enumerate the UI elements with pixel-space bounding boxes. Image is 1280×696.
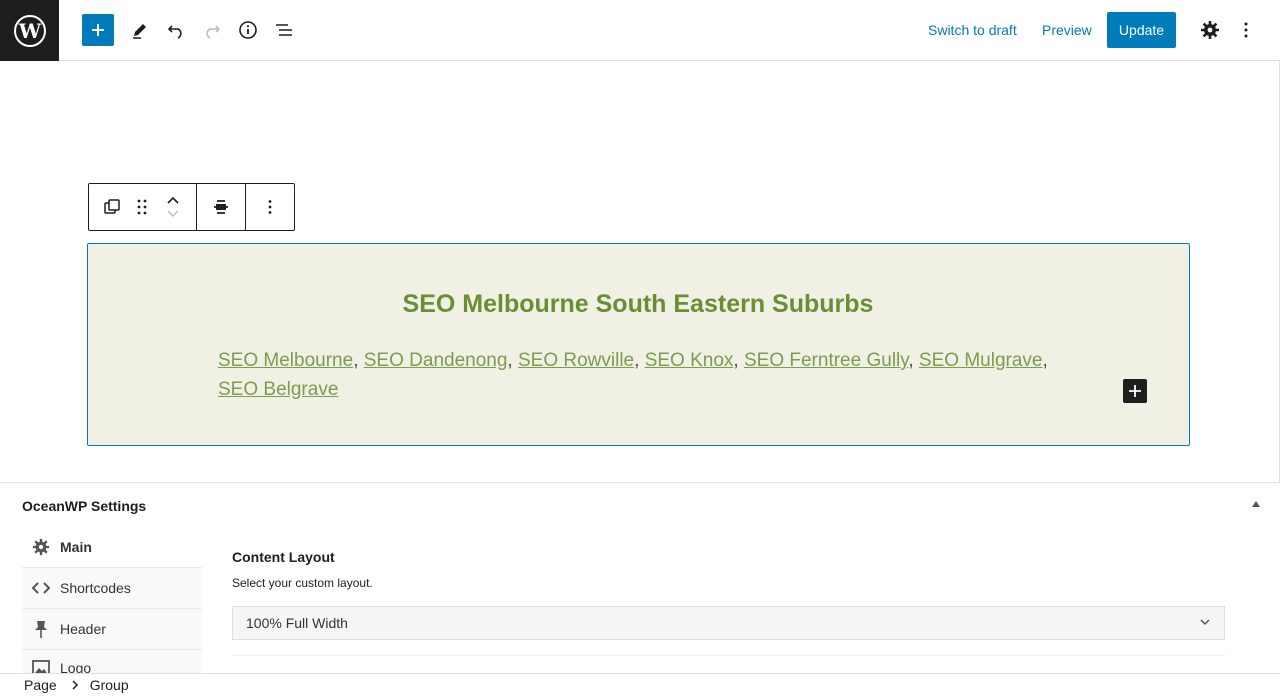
group-icon [104, 199, 120, 214]
tab-label: Shortcodes [60, 580, 131, 596]
redo-icon [206, 25, 221, 39]
link-seo-knox[interactable]: SEO Knox [645, 350, 734, 371]
switch-to-draft-button[interactable]: Switch to draft [928, 22, 1017, 38]
move-up-icon[interactable] [166, 195, 180, 205]
content-layout-select[interactable]: 100% Full Width [232, 606, 1225, 640]
tab-logo[interactable]: Logo [22, 650, 202, 674]
more-vertical-icon [268, 200, 272, 214]
breadcrumb-group[interactable]: Group [90, 677, 129, 693]
move-down-icon[interactable] [166, 209, 180, 219]
justify-center-icon [214, 200, 228, 214]
pin-icon [35, 621, 47, 638]
pencil-icon [133, 24, 146, 39]
link-seo-ferntree-gully[interactable]: SEO Ferntree Gully [744, 350, 908, 371]
wordpress-icon: W [13, 14, 46, 47]
block-toolbar [88, 183, 295, 231]
block-links-paragraph[interactable]: SEO Melbourne, SEO Dandenong, SEO Rowvil… [218, 346, 1068, 404]
code-icon [32, 582, 50, 594]
settings-button[interactable] [1194, 14, 1226, 46]
drag-handle-icon [137, 199, 147, 215]
tab-label: Header [60, 621, 106, 637]
link-seo-melbourne[interactable]: SEO Melbourne [218, 350, 353, 371]
more-vertical-icon [1244, 22, 1248, 38]
editor-header: W Switch to draft Preview Update [0, 0, 1280, 61]
preview-button[interactable]: Preview [1042, 22, 1092, 38]
oceanwp-settings-panel: OceanWP Settings Main Shortcodes Header … [0, 482, 1280, 674]
tab-label: Main [60, 539, 92, 555]
collapse-toggle-icon[interactable] [1252, 501, 1260, 507]
breadcrumb: Page Group [0, 673, 1280, 696]
gear-icon [32, 538, 50, 556]
content-layout-section: Content Layout Select your custom layout… [232, 549, 1225, 656]
add-block-button[interactable] [82, 14, 114, 46]
info-icon [239, 21, 257, 39]
drag-handle[interactable] [129, 184, 155, 230]
content-layout-label: Content Layout [232, 549, 335, 565]
gear-icon [1201, 21, 1219, 39]
list-view-button[interactable] [268, 14, 300, 46]
breadcrumb-page[interactable]: Page [24, 677, 57, 693]
block-inserter-button[interactable] [1123, 379, 1147, 403]
block-type-button[interactable] [99, 184, 125, 230]
panel-title[interactable]: OceanWP Settings [22, 498, 146, 514]
tools-button[interactable] [124, 14, 156, 46]
block-options-button[interactable] [246, 184, 294, 230]
wordpress-logo[interactable]: W [0, 0, 59, 61]
content-layout-description: Select your custom layout. [232, 576, 373, 590]
group-block[interactable]: SEO Melbourne South Eastern Suburbs SEO … [87, 243, 1190, 446]
chevron-right-icon [71, 677, 79, 693]
plus-icon [1129, 385, 1141, 397]
options-button[interactable] [1230, 14, 1262, 46]
update-button[interactable]: Update [1107, 12, 1176, 48]
link-seo-dandenong[interactable]: SEO Dandenong [364, 350, 508, 371]
list-view-icon [276, 24, 292, 36]
redo-button[interactable] [196, 14, 228, 46]
link-seo-belgrave[interactable]: SEO Belgrave [218, 379, 338, 400]
undo-icon [167, 25, 182, 39]
link-seo-rowville[interactable]: SEO Rowville [518, 350, 634, 371]
move-buttons [161, 184, 185, 230]
tab-label: Logo [60, 660, 92, 674]
link-seo-mulgrave[interactable]: SEO Mulgrave [919, 350, 1043, 371]
tab-shortcodes[interactable]: Shortcodes [22, 568, 202, 609]
details-button[interactable] [232, 14, 264, 46]
chevron-down-icon [1200, 619, 1210, 626]
block-heading[interactable]: SEO Melbourne South Eastern Suburbs [88, 290, 1188, 319]
svg-text:W: W [17, 19, 41, 43]
content-layout-value: 100% Full Width [246, 615, 348, 631]
image-icon [32, 660, 50, 673]
divider [232, 655, 1225, 656]
tab-main[interactable]: Main [22, 527, 202, 568]
plus-icon [92, 24, 104, 36]
undo-button[interactable] [160, 14, 192, 46]
tab-header[interactable]: Header [22, 609, 202, 650]
align-button[interactable] [197, 184, 245, 230]
settings-tabs: Main Shortcodes Header Logo [22, 527, 202, 674]
